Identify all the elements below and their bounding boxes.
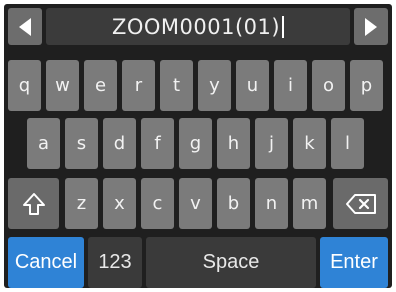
title-bar: ZOOM0001(01)	[8, 8, 388, 45]
key-j[interactable]: j	[255, 118, 288, 169]
triangle-left-icon	[19, 17, 31, 36]
triangle-right-icon	[365, 17, 377, 36]
number-mode-button[interactable]: 123	[88, 237, 142, 288]
space-key[interactable]: Space	[146, 237, 316, 288]
key-z[interactable]: z	[65, 178, 98, 229]
key-q[interactable]: q	[8, 60, 41, 111]
key-t[interactable]: t	[160, 60, 193, 111]
shift-key[interactable]	[8, 178, 59, 229]
key-m[interactable]: m	[293, 178, 326, 229]
prev-button[interactable]	[8, 8, 42, 45]
key-i[interactable]: i	[274, 60, 307, 111]
key-c[interactable]: c	[141, 178, 174, 229]
key-x[interactable]: x	[103, 178, 136, 229]
key-k[interactable]: k	[293, 118, 326, 169]
key-p[interactable]: p	[350, 60, 383, 111]
key-f[interactable]: f	[141, 118, 174, 169]
key-l[interactable]: l	[331, 118, 364, 169]
key-a[interactable]: a	[27, 118, 60, 169]
filename-field[interactable]: ZOOM0001(01)	[46, 8, 350, 45]
filename-text: ZOOM0001(01)	[111, 14, 281, 39]
key-o[interactable]: o	[312, 60, 345, 111]
key-g[interactable]: g	[179, 118, 212, 169]
key-e[interactable]: e	[84, 60, 117, 111]
key-r[interactable]: r	[122, 60, 155, 111]
key-w[interactable]: w	[46, 60, 79, 111]
next-button[interactable]	[354, 8, 388, 45]
cancel-button[interactable]: Cancel	[8, 237, 84, 288]
shift-arrow-icon	[22, 192, 45, 215]
key-s[interactable]: s	[65, 118, 98, 169]
key-n[interactable]: n	[255, 178, 288, 229]
backspace-icon	[345, 193, 376, 214]
enter-button[interactable]: Enter	[320, 237, 388, 288]
backspace-key[interactable]	[333, 178, 388, 229]
key-y[interactable]: y	[198, 60, 231, 111]
key-b[interactable]: b	[217, 178, 250, 229]
text-cursor	[282, 15, 285, 38]
key-v[interactable]: v	[179, 178, 212, 229]
key-d[interactable]: d	[103, 118, 136, 169]
key-u[interactable]: u	[236, 60, 269, 111]
key-h[interactable]: h	[217, 118, 250, 169]
keyboard-screen: ZOOM0001(01) qwertyuiopasdfghjklzxcvbnm …	[4, 4, 392, 288]
